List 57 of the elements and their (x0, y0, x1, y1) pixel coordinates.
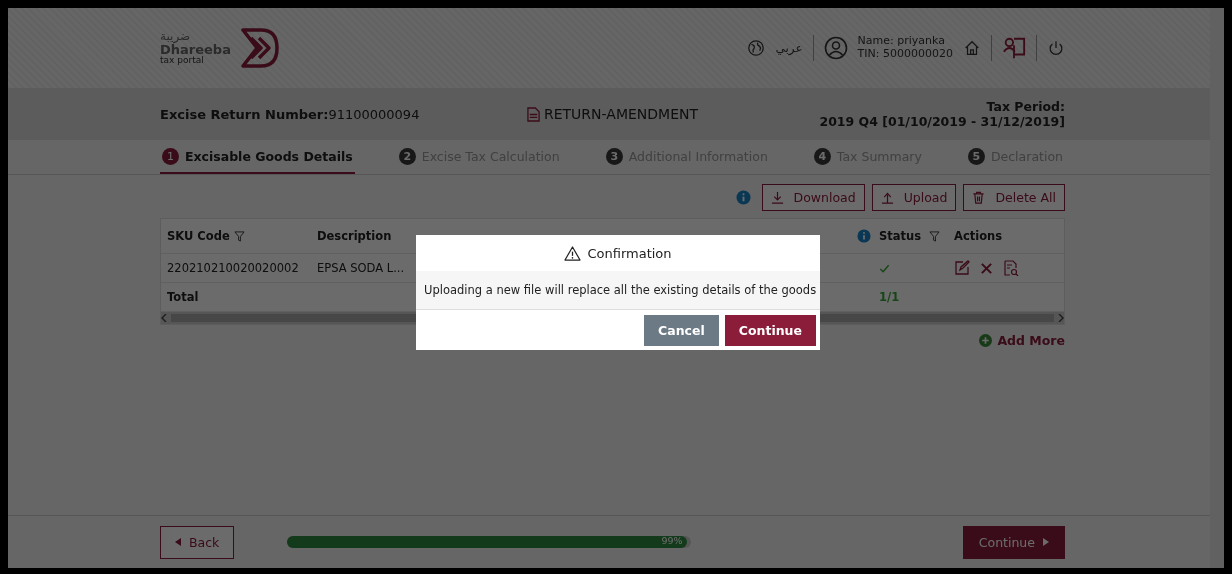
tax-period-label: Tax Period: (986, 99, 1065, 114)
return-number-label: Excise Return Number: (160, 106, 329, 122)
add-more-link[interactable]: Add More (979, 333, 1065, 348)
dialog-title: Confirmation (587, 245, 672, 261)
step-number-icon: 1 (162, 147, 179, 165)
dialog-message: Uploading a new file will replace all the existing details of the goods (416, 271, 820, 310)
filter-icon[interactable] (929, 230, 941, 242)
plus-circle-icon (979, 334, 993, 347)
user-name: Name: priyanka (857, 35, 946, 48)
step-number-icon: 4 (813, 147, 831, 165)
download-button[interactable]: Download (761, 184, 865, 211)
edit-icon[interactable] (954, 260, 970, 276)
total-label: Total (167, 290, 200, 304)
return-number: 91100000094 (328, 106, 420, 122)
right-triangle-icon (1043, 538, 1049, 546)
close-icon[interactable] (980, 261, 993, 275)
status-count: 1/1 (879, 290, 901, 304)
return-type: RETURN-AMENDMENT (544, 106, 698, 122)
document-icon (527, 106, 540, 122)
info-icon[interactable] (857, 229, 871, 243)
cancel-button[interactable]: Cancel (644, 315, 719, 346)
filter-icon[interactable] (233, 230, 245, 242)
column-header[interactable]: Status (879, 229, 954, 243)
document-search-icon[interactable] (1003, 260, 1019, 276)
logo-arabic-text: ضريبة (160, 30, 191, 43)
logo-tagline: tax portal (160, 56, 205, 66)
tax-period: 2019 Q4 [01/10/2019 - 31/12/2019] (819, 114, 1065, 129)
column-header: Description (317, 229, 393, 243)
vertical-scrollbar[interactable] (1210, 8, 1224, 568)
step-number-icon: 2 (398, 147, 416, 165)
scroll-left-icon[interactable] (161, 314, 167, 322)
back-button[interactable]: Back (160, 525, 235, 559)
left-triangle-icon (175, 538, 181, 546)
book-user-icon[interactable] (1002, 36, 1026, 60)
info-icon[interactable] (735, 190, 751, 205)
language-link[interactable]: عربي (775, 41, 803, 55)
column-header[interactable]: SKU Code (167, 229, 317, 243)
home-icon[interactable] (963, 39, 981, 57)
user-icon (823, 36, 848, 60)
step-number-icon: 3 (605, 147, 623, 165)
delete-button[interactable]: Delete All (963, 184, 1065, 211)
upload-icon (880, 191, 894, 204)
continue-button[interactable]: Continue (724, 315, 816, 346)
check-icon (879, 262, 890, 274)
user-tin: TIN: 5000000020 (857, 48, 953, 61)
column-header: Actions (954, 229, 1004, 243)
download-icon (770, 191, 784, 204)
progress-reading: 99% (661, 535, 683, 546)
scroll-right-icon[interactable] (1058, 314, 1064, 322)
warning-icon (564, 245, 582, 261)
upload-button[interactable]: Upload (871, 184, 957, 211)
step-number-icon: 5 (967, 147, 985, 165)
description-cell-text: EPSA SODA L... (317, 261, 406, 275)
sku-cell-text: 220210210020020002 (167, 261, 300, 275)
trash-icon (972, 191, 986, 204)
power-icon[interactable] (1047, 39, 1065, 57)
continue-button[interactable]: Continue (962, 525, 1065, 559)
